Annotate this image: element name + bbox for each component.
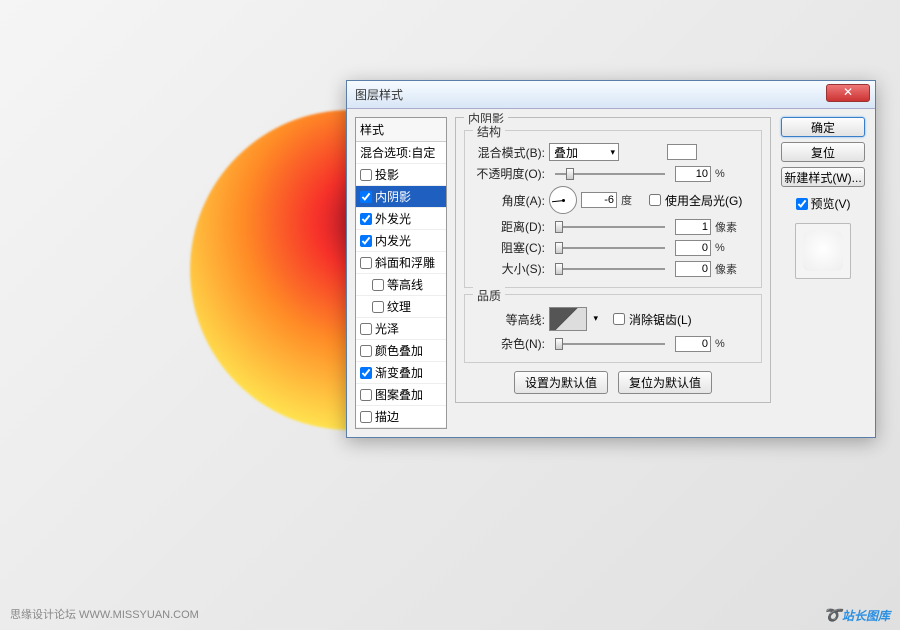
size-label: 大小(S): <box>473 260 545 277</box>
angle-dial[interactable] <box>549 186 577 214</box>
ok-button[interactable]: 确定 <box>781 117 865 137</box>
preview-label: 预览(V) <box>811 195 851 212</box>
quality-group: 品质 等高线: 消除锯齿(L) 杂色(N): % <box>464 294 762 363</box>
structure-group: 结构 混合模式(B): 叠加 不透明度(O): % 角度(A <box>464 130 762 288</box>
blend-mode-dropdown[interactable]: 叠加 <box>549 143 619 161</box>
checkbox[interactable] <box>372 301 384 313</box>
noise-slider[interactable] <box>555 343 665 345</box>
reset-default-button[interactable]: 复位为默认值 <box>618 371 712 394</box>
opacity-slider[interactable] <box>555 173 665 175</box>
contour-label: 等高线: <box>473 311 545 328</box>
choke-input[interactable] <box>675 240 711 256</box>
size-input[interactable] <box>675 261 711 277</box>
noise-input[interactable] <box>675 336 711 352</box>
antialias-label: 消除锯齿(L) <box>629 311 692 328</box>
style-item-bevel[interactable]: 斜面和浮雕 <box>356 252 446 274</box>
close-icon: ✕ <box>843 85 853 99</box>
structure-legend: 结构 <box>473 123 505 140</box>
dialog-title: 图层样式 <box>355 86 403 103</box>
blend-mode-label: 混合模式(B): <box>473 144 545 161</box>
make-default-button[interactable]: 设置为默认值 <box>514 371 608 394</box>
titlebar[interactable]: 图层样式 ✕ <box>347 81 875 109</box>
checkbox[interactable] <box>360 191 372 203</box>
checkbox[interactable] <box>360 213 372 225</box>
slider-thumb[interactable] <box>555 242 563 254</box>
noise-unit: % <box>715 338 739 350</box>
checkbox[interactable] <box>360 411 372 423</box>
shadow-color-swatch[interactable] <box>667 144 697 160</box>
distance-slider[interactable] <box>555 226 665 228</box>
style-item-satin[interactable]: 光泽 <box>356 318 446 340</box>
style-item-pattern-overlay[interactable]: 图案叠加 <box>356 384 446 406</box>
footer-credit-right: ➰站长图库 <box>823 606 890 624</box>
distance-unit: 像素 <box>715 219 739 235</box>
checkbox[interactable] <box>360 389 372 401</box>
style-item-inner-glow[interactable]: 内发光 <box>356 230 446 252</box>
close-button[interactable]: ✕ <box>826 84 870 102</box>
style-item-outer-glow[interactable]: 外发光 <box>356 208 446 230</box>
checkbox[interactable] <box>372 279 384 291</box>
footer-credit-left: 思缘设计论坛 WWW.MISSYUAN.COM <box>10 606 199 622</box>
angle-unit: 度 <box>621 192 645 208</box>
distance-label: 距离(D): <box>473 218 545 235</box>
opacity-input[interactable] <box>675 166 711 182</box>
antialias-checkbox[interactable] <box>613 313 625 325</box>
checkbox[interactable] <box>360 169 372 181</box>
style-item-texture[interactable]: 纹理 <box>356 296 446 318</box>
preview-thumbnail <box>795 223 851 279</box>
slider-thumb[interactable] <box>555 338 563 350</box>
size-unit: 像素 <box>715 261 739 277</box>
style-item-gradient-overlay[interactable]: 渐变叠加 <box>356 362 446 384</box>
angle-input[interactable] <box>581 192 617 208</box>
checkbox[interactable] <box>360 257 372 269</box>
style-item-stroke[interactable]: 描边 <box>356 406 446 428</box>
new-style-button[interactable]: 新建样式(W)... <box>781 167 865 187</box>
cancel-button[interactable]: 复位 <box>781 142 865 162</box>
dialog-body: 样式 混合选项:自定 投影 内阴影 外发光 内发光 斜面和浮雕 等高线 纹理 光… <box>347 109 875 437</box>
blend-options-row[interactable]: 混合选项:自定 <box>356 142 446 164</box>
opacity-unit: % <box>715 168 739 180</box>
styles-header[interactable]: 样式 <box>356 118 446 142</box>
noise-label: 杂色(N): <box>473 335 545 352</box>
slider-thumb[interactable] <box>555 263 563 275</box>
style-item-color-overlay[interactable]: 颜色叠加 <box>356 340 446 362</box>
checkbox[interactable] <box>360 367 372 379</box>
settings-panel: 内阴影 结构 混合模式(B): 叠加 不透明度(O): % <box>455 117 771 429</box>
distance-input[interactable] <box>675 219 711 235</box>
layer-style-dialog: 图层样式 ✕ 样式 混合选项:自定 投影 内阴影 外发光 内发光 斜面和浮雕 等… <box>346 80 876 438</box>
style-item-inner-shadow[interactable]: 内阴影 <box>356 186 446 208</box>
style-item-drop-shadow[interactable]: 投影 <box>356 164 446 186</box>
preview-checkbox[interactable] <box>796 198 808 210</box>
choke-slider[interactable] <box>555 247 665 249</box>
opacity-label: 不透明度(O): <box>473 165 545 182</box>
checkbox[interactable] <box>360 323 372 335</box>
checkbox[interactable] <box>360 345 372 357</box>
contour-picker[interactable] <box>549 307 587 331</box>
global-light-checkbox[interactable] <box>649 194 661 206</box>
style-item-contour[interactable]: 等高线 <box>356 274 446 296</box>
slider-thumb[interactable] <box>555 221 563 233</box>
slider-thumb[interactable] <box>566 168 574 180</box>
angle-label: 角度(A): <box>473 192 545 209</box>
swoosh-icon: ➰ <box>823 607 842 624</box>
choke-label: 阻塞(C): <box>473 239 545 256</box>
choke-unit: % <box>715 242 739 254</box>
quality-legend: 品质 <box>473 287 505 304</box>
inner-shadow-fieldset: 内阴影 结构 混合模式(B): 叠加 不透明度(O): % <box>455 117 771 403</box>
action-panel: 确定 复位 新建样式(W)... 预览(V) <box>779 117 867 429</box>
global-light-label: 使用全局光(G) <box>665 192 742 209</box>
size-slider[interactable] <box>555 268 665 270</box>
styles-list: 样式 混合选项:自定 投影 内阴影 外发光 内发光 斜面和浮雕 等高线 纹理 光… <box>355 117 447 429</box>
checkbox[interactable] <box>360 235 372 247</box>
